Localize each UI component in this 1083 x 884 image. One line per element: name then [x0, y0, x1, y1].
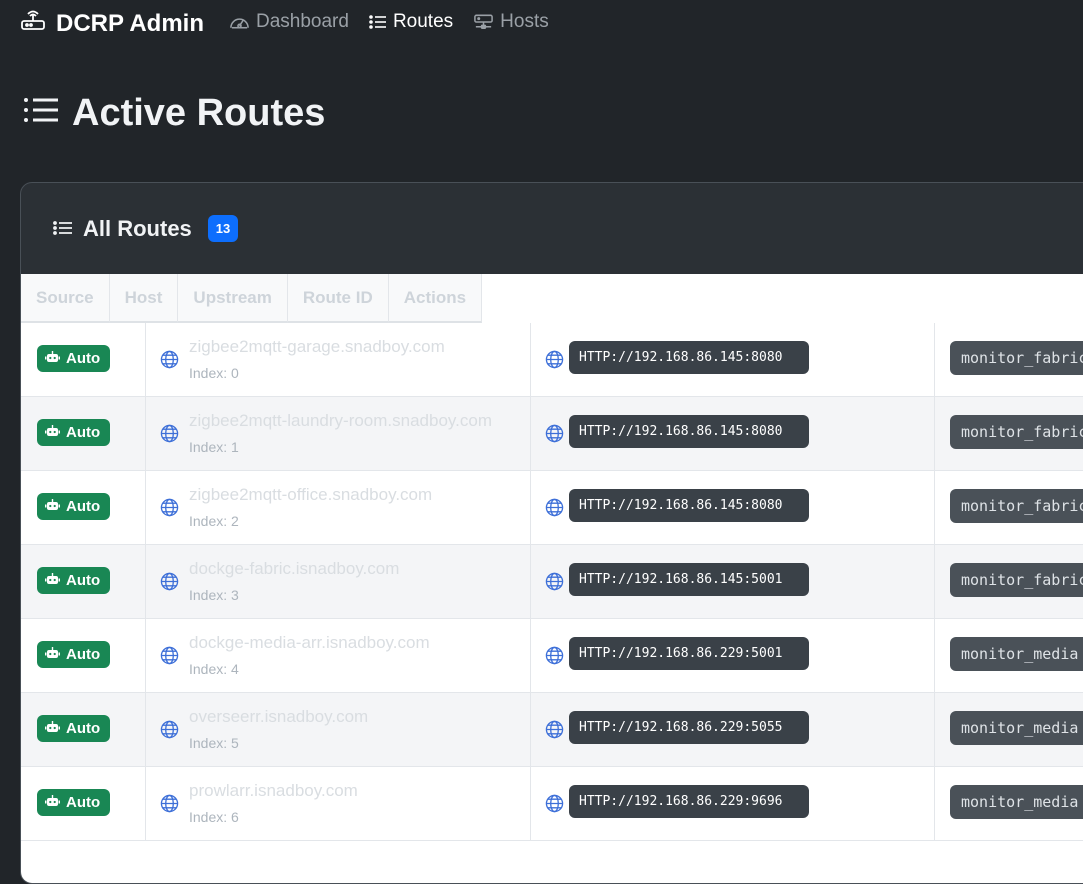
table-row: Auto overseerr.isnadboy.com Index: 5 HTT… [21, 693, 1083, 767]
route-id: monitor_media [950, 637, 1083, 671]
globe-icon [545, 424, 564, 448]
speedometer-icon [229, 13, 250, 31]
upstream-url: HTTP://192.168.86.145:8080 [569, 415, 809, 448]
page-title-text: Active Routes [72, 92, 326, 134]
globe-icon [160, 350, 179, 374]
host-name[interactable]: dockge-fabric.isnadboy.com [189, 559, 399, 579]
globe-icon [160, 572, 179, 596]
host-name[interactable]: dockge-media-arr.isnadboy.com [189, 633, 430, 653]
table-row: Auto zigbee2mqtt-garage.snadboy.com Inde… [21, 323, 1083, 397]
table-row: Auto zigbee2mqtt-laundry-room.snadboy.co… [21, 397, 1083, 471]
host-index: Index: 3 [189, 587, 239, 603]
source-badge: Auto [37, 567, 111, 594]
column-header-actions[interactable]: Actions [388, 274, 483, 323]
host-name[interactable]: zigbee2mqtt-garage.snadboy.com [189, 337, 445, 357]
column-header-host[interactable]: Host [109, 274, 179, 323]
list-icon [53, 216, 73, 242]
card-header: All Routes 13 [21, 183, 1083, 274]
route-id: monitor_fabric [950, 563, 1083, 597]
robot-icon [45, 424, 60, 441]
route-id: monitor_media [950, 785, 1083, 819]
robot-icon [45, 350, 60, 367]
table-row: Auto dockge-fabric.isnadboy.com Index: 3… [21, 545, 1083, 619]
source-badge: Auto [37, 789, 111, 816]
upstream-url: HTTP://192.168.86.145:8080 [569, 341, 809, 374]
table-row: Auto zigbee2mqtt-office.snadboy.com Inde… [21, 471, 1083, 545]
globe-icon [160, 498, 179, 522]
routes-table: Source Host Upstream Route ID Actions Au… [21, 274, 1083, 883]
page-title: Active Routes [22, 92, 325, 135]
hdd-network-icon [473, 13, 494, 31]
route-id: monitor_media [950, 711, 1083, 745]
globe-icon [545, 646, 564, 670]
brand-name: DCRP Admin [56, 9, 205, 37]
column-header-source[interactable]: Source [21, 274, 110, 323]
route-id: monitor_fabric [950, 341, 1083, 375]
nav-link-label: Hosts [500, 11, 549, 32]
table-row: Auto dockge-media-arr.isnadboy.com Index… [21, 619, 1083, 693]
host-index: Index: 2 [189, 513, 239, 529]
upstream-url: HTTP://192.168.86.145:5001 [569, 563, 809, 596]
route-id: monitor_fabric [950, 489, 1083, 523]
upstream-url: HTTP://192.168.86.229:9696 [569, 785, 809, 818]
globe-icon [545, 572, 564, 596]
upstream-url: HTTP://192.168.86.145:8080 [569, 489, 809, 522]
source-badge: Auto [37, 419, 111, 446]
host-name[interactable]: zigbee2mqtt-office.snadboy.com [189, 485, 432, 505]
source-badge: Auto [37, 493, 111, 520]
list-icon [369, 14, 387, 30]
globe-icon [545, 720, 564, 744]
source-badge: Auto [37, 345, 111, 372]
host-name[interactable]: zigbee2mqtt-laundry-room.snadboy.com [189, 411, 492, 431]
nav-links: Dashboard Routes Hosts [229, 11, 549, 33]
globe-icon [160, 646, 179, 670]
robot-icon [45, 646, 60, 663]
host-index: Index: 5 [189, 735, 239, 751]
card-title: All Routes [83, 215, 192, 241]
source-badge: Auto [37, 715, 111, 742]
nav-link-label: Routes [392, 11, 454, 32]
list-icon [22, 92, 60, 135]
robot-icon [45, 498, 60, 515]
upstream-url: HTTP://192.168.86.229:5001 [569, 637, 809, 670]
brand[interactable]: DCRP Admin [20, 9, 204, 38]
nav-link-hosts[interactable]: Hosts [473, 11, 549, 33]
robot-icon [45, 794, 60, 811]
host-index: Index: 0 [189, 365, 239, 381]
host-index: Index: 1 [189, 439, 239, 455]
globe-icon [160, 424, 179, 448]
route-count-badge: 13 [207, 215, 239, 242]
table-body: Auto zigbee2mqtt-garage.snadboy.com Inde… [21, 323, 1083, 841]
column-header-upstream[interactable]: Upstream [178, 274, 288, 323]
host-index: Index: 6 [189, 809, 239, 825]
router-icon [20, 9, 46, 38]
robot-icon [45, 572, 60, 589]
route-id: monitor_fabric [950, 415, 1083, 449]
navbar: DCRP Admin Dashboard Routes Hosts [0, 0, 1083, 48]
routes-card: All Routes 13 Source Host Upstream Route… [20, 182, 1083, 884]
globe-icon [160, 720, 179, 744]
nav-link-routes[interactable]: Routes [369, 11, 453, 33]
globe-icon [545, 794, 564, 818]
table-header: Source Host Upstream Route ID Actions [21, 274, 1083, 323]
nav-link-label: Dashboard [256, 11, 349, 32]
host-name[interactable]: overseerr.isnadboy.com [189, 707, 368, 727]
host-name[interactable]: prowlarr.isnadboy.com [189, 781, 358, 801]
globe-icon [160, 794, 179, 818]
robot-icon [45, 720, 60, 737]
nav-link-dashboard[interactable]: Dashboard [229, 11, 349, 33]
upstream-url: HTTP://192.168.86.229:5055 [569, 711, 809, 744]
globe-icon [545, 350, 564, 374]
column-header-route-id[interactable]: Route ID [287, 274, 389, 323]
table-row: Auto prowlarr.isnadboy.com Index: 6 HTTP… [21, 767, 1083, 841]
globe-icon [545, 498, 564, 522]
host-index: Index: 4 [189, 661, 239, 677]
source-badge: Auto [37, 641, 111, 668]
